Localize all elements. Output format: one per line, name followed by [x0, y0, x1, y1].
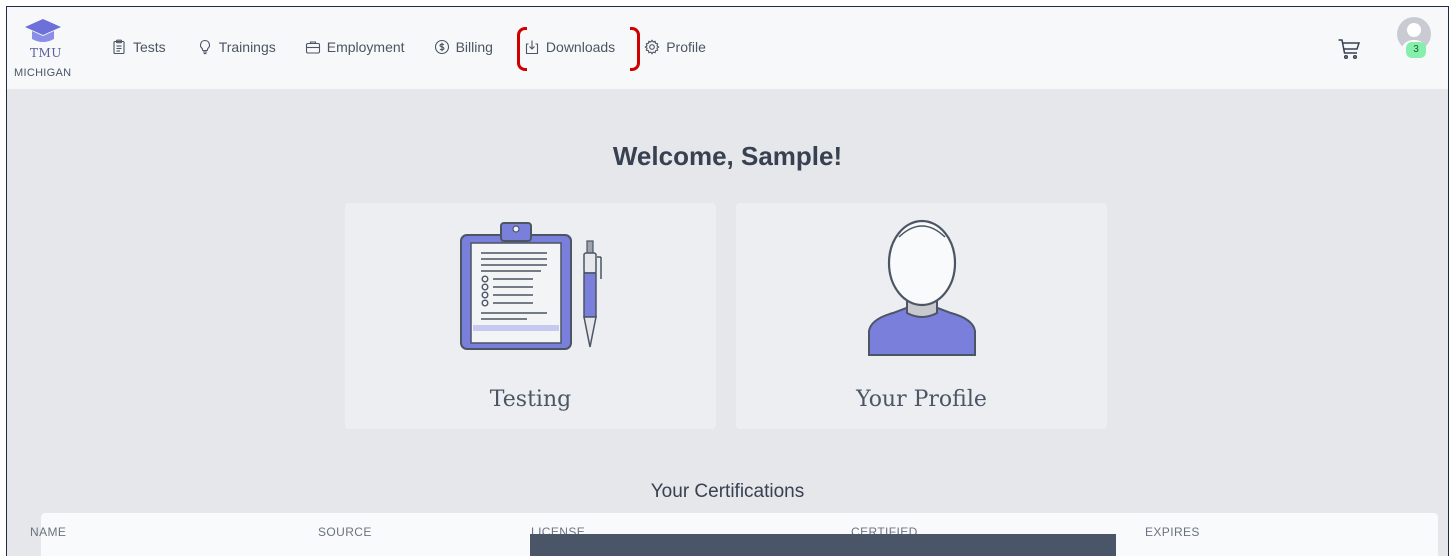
column-header-expires[interactable]: EXPIRES [1145, 525, 1200, 539]
testing-card-label: Testing [489, 387, 572, 412]
column-header-name[interactable]: NAME [30, 525, 66, 539]
profile-card[interactable]: Your Profile [736, 203, 1107, 429]
highlight-bracket-left [517, 27, 527, 71]
lightbulb-icon [197, 39, 213, 55]
clipboard-icon [111, 39, 127, 55]
certifications-title: Your Certifications [650, 481, 805, 502]
nav-trainings[interactable]: Trainings [197, 39, 276, 55]
main-nav: Tests Trainings Employment Billing Downl… [111, 36, 734, 58]
clipboard-pen-illustration [460, 222, 602, 350]
nav-employment-label: Employment [326, 39, 405, 55]
popup-panel [530, 534, 1116, 556]
dollar-icon [434, 39, 450, 55]
logo-subtitle: MICHIGAN [14, 67, 72, 79]
nav-profile-label: Profile [666, 39, 706, 55]
nav-downloads-label: Downloads [545, 39, 616, 55]
profile-card-label: Your Profile [856, 387, 987, 412]
nav-billing[interactable]: Billing [434, 39, 493, 55]
highlight-bracket-right [630, 27, 640, 71]
column-header-source[interactable]: SOURCE [318, 525, 372, 539]
logo-title: TMU [30, 46, 62, 60]
app-window: TMU MICHIGAN Tests Trainings Employment … [6, 6, 1449, 556]
gear-icon [644, 39, 660, 55]
nav-tests[interactable]: Tests [111, 39, 166, 55]
nav-profile[interactable]: Profile [644, 39, 706, 55]
nav-trainings-label: Trainings [218, 39, 276, 55]
testing-card[interactable]: Testing [345, 203, 716, 429]
person-illustration [868, 219, 976, 356]
top-navigation-bar: TMU MICHIGAN Tests Trainings Employment … [7, 7, 1448, 89]
welcome-heading: Welcome, Sample! [612, 141, 843, 171]
nav-tests-label: Tests [133, 39, 166, 55]
nav-employment[interactable]: Employment [305, 39, 405, 55]
cart-icon[interactable] [1337, 37, 1361, 61]
logo[interactable]: TMU MICHIGAN [13, 17, 81, 81]
avatar-badge: 3 [1406, 42, 1426, 58]
nav-downloads[interactable]: Downloads [524, 39, 615, 55]
briefcase-icon [305, 39, 321, 55]
graduation-cap-icon [25, 19, 61, 42]
nav-billing-label: Billing [455, 39, 493, 55]
